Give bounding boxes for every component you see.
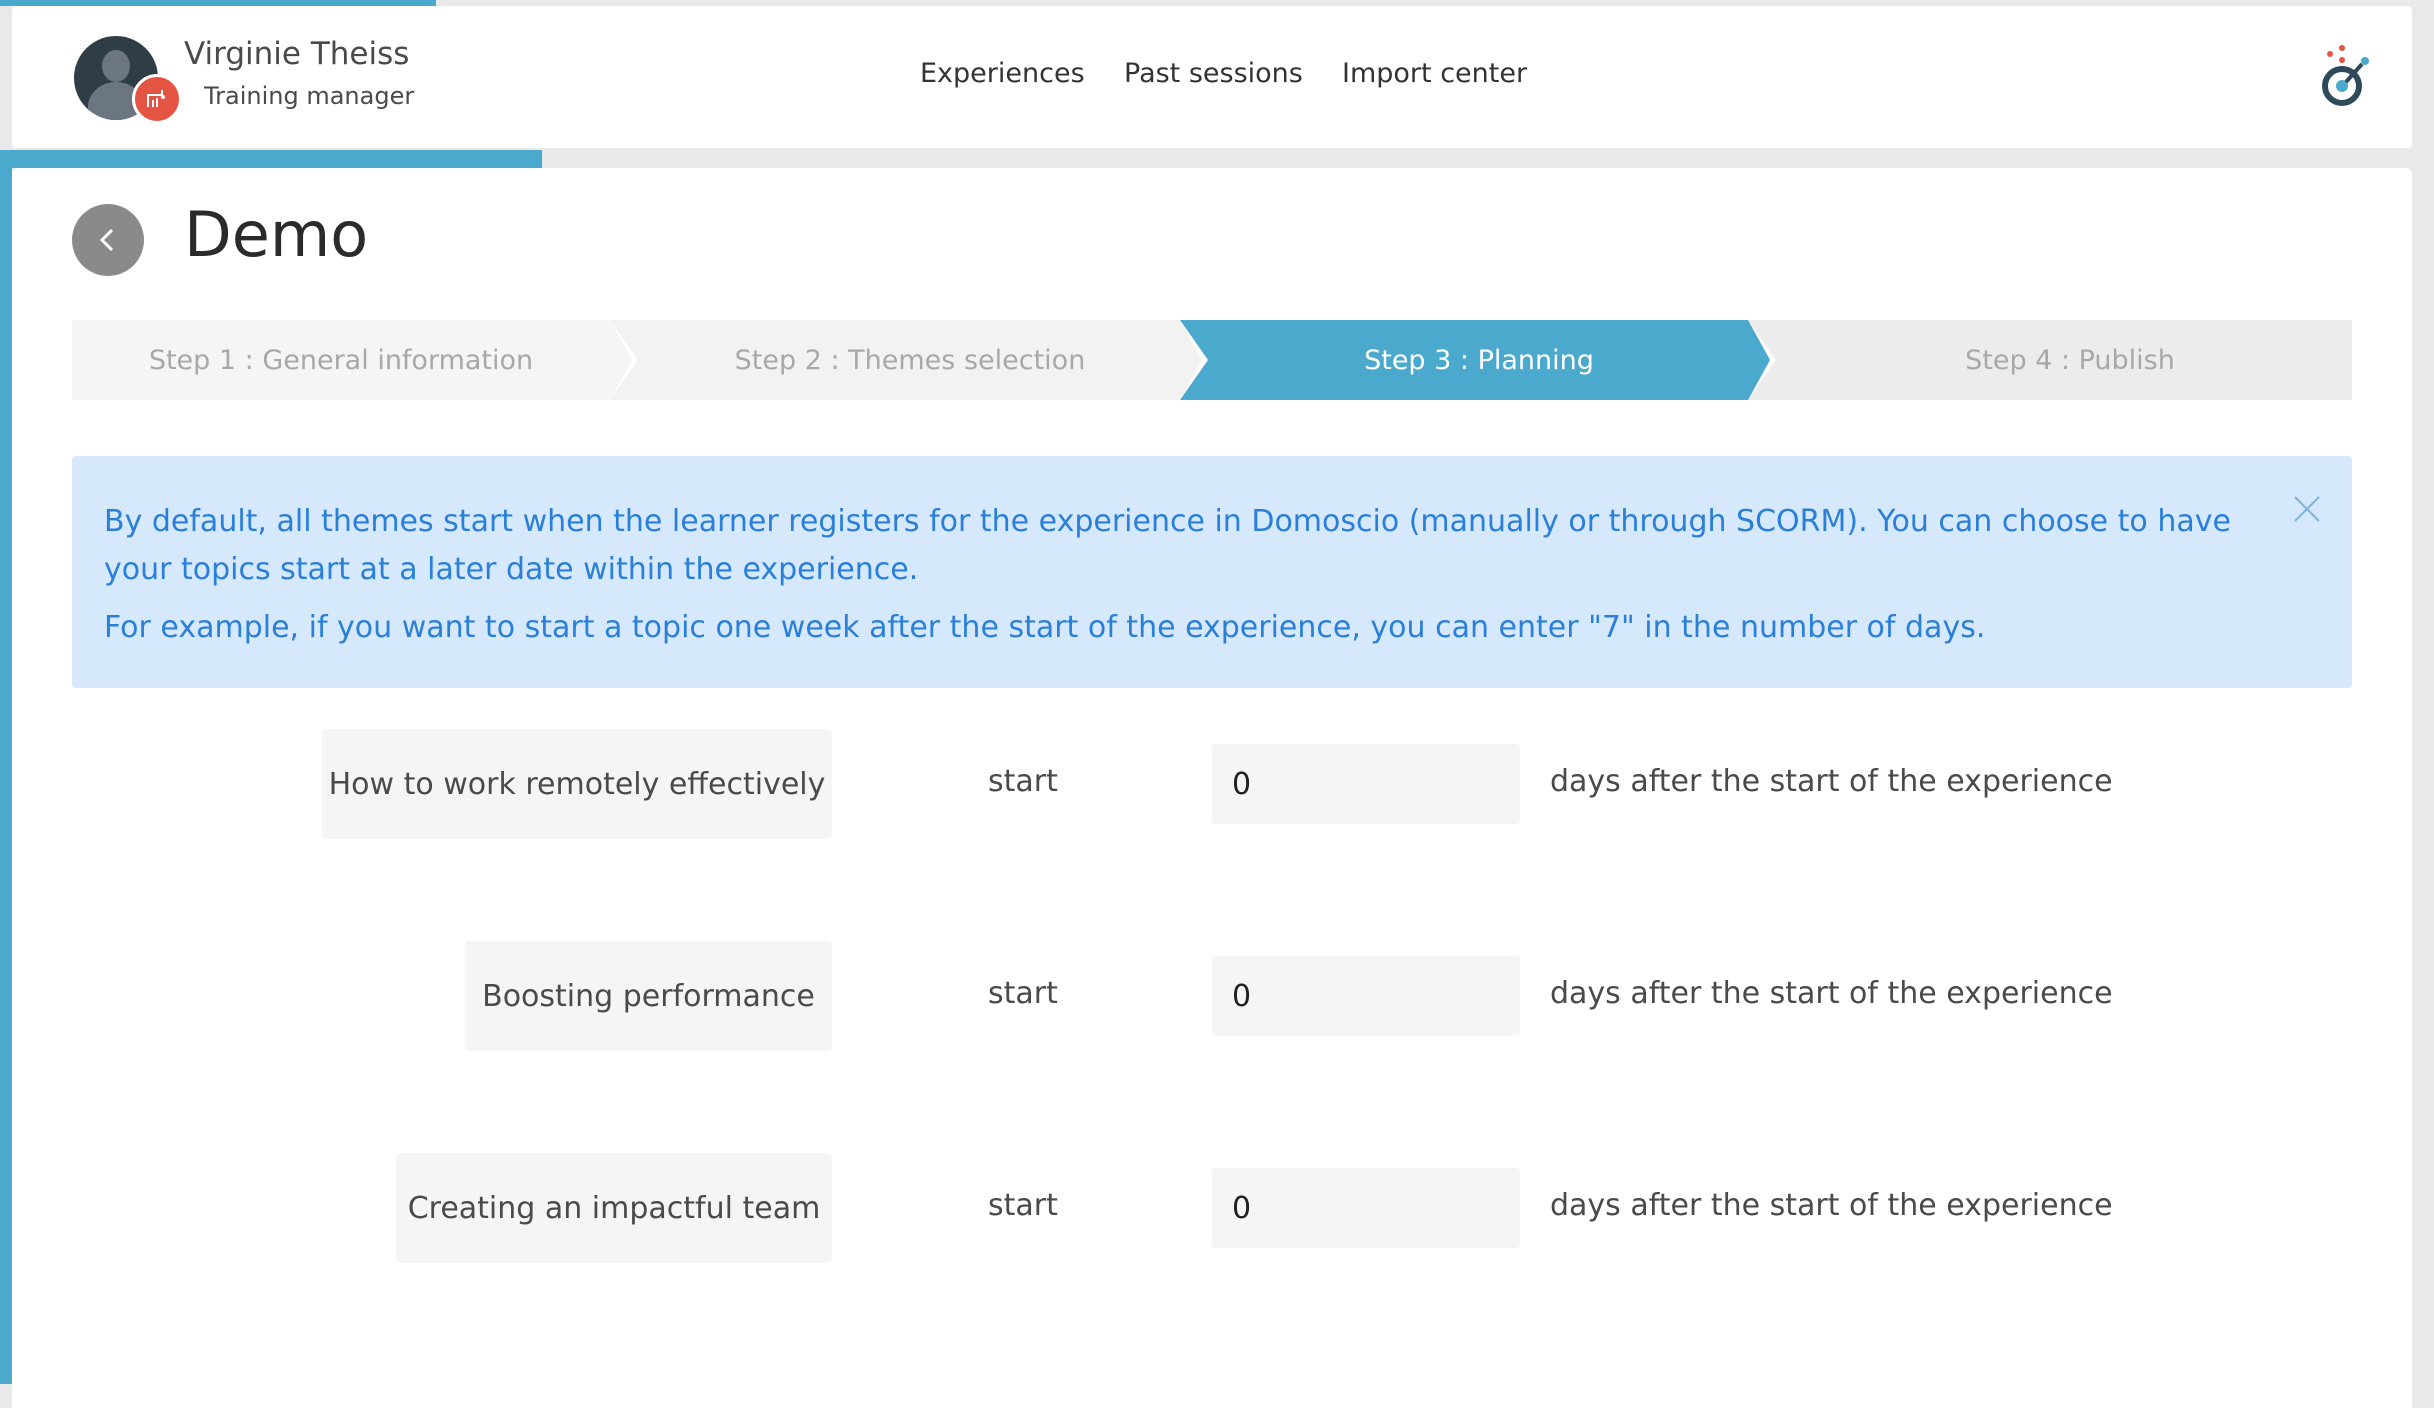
- days-suffix: days after the start of the experience: [1550, 764, 2113, 799]
- step-themes-selection[interactable]: Step 2 : Themes selection: [610, 320, 1208, 400]
- theme-label: Boosting performance: [465, 941, 832, 1051]
- info-paragraph: By default, all themes start when the le…: [104, 504, 2231, 587]
- top-header: Virginie Theiss Training manager Experie…: [12, 6, 2412, 148]
- start-label: start: [988, 1188, 1058, 1223]
- domoscio-logo-icon[interactable]: [2310, 44, 2380, 114]
- theme-label: Creating an impactful team: [396, 1153, 832, 1263]
- start-label: start: [988, 976, 1058, 1011]
- presentation-board-icon: [132, 74, 182, 124]
- days-suffix: days after the start of the experience: [1550, 976, 2113, 1011]
- info-paragraph: For example, if you want to start a topi…: [104, 610, 1986, 645]
- chevron-left-icon: [99, 228, 114, 252]
- nav-import-center[interactable]: Import center: [1342, 58, 1527, 89]
- nav-experiences[interactable]: Experiences: [920, 58, 1085, 89]
- step-publish[interactable]: Step 4 : Publish: [1748, 320, 2352, 400]
- step-label: Step 2 : Themes selection: [734, 344, 1086, 376]
- user-name: Virginie Theiss: [184, 36, 410, 72]
- step-general-information[interactable]: Step 1 : General information: [72, 320, 638, 400]
- page-title: Demo: [184, 198, 369, 271]
- start-label: start: [988, 764, 1058, 799]
- left-accent-strip: [0, 150, 12, 1384]
- close-icon[interactable]: [2292, 494, 2322, 524]
- days-input[interactable]: [1212, 956, 1520, 1036]
- main-card: Demo Step 1 : General information Step 2…: [12, 168, 2412, 1408]
- accent-band-tail: [528, 150, 542, 168]
- accent-band: [0, 150, 542, 168]
- step-planning[interactable]: Step 3 : Planning: [1180, 320, 1776, 400]
- days-input[interactable]: [1212, 1168, 1520, 1248]
- nav-past-sessions[interactable]: Past sessions: [1124, 58, 1303, 89]
- back-button[interactable]: [72, 204, 144, 276]
- days-input[interactable]: [1212, 744, 1520, 824]
- step-label: Step 3 : Planning: [1364, 344, 1594, 376]
- step-label: Step 4 : Publish: [1965, 344, 2175, 376]
- user-role: Training manager: [204, 82, 415, 110]
- info-alert: By default, all themes start when the le…: [72, 456, 2352, 688]
- days-suffix: days after the start of the experience: [1550, 1188, 2113, 1223]
- theme-label: How to work remotely effectively: [322, 729, 832, 839]
- stepper: Step 1 : General information Step 2 : Th…: [72, 320, 2352, 400]
- step-label: Step 1 : General information: [148, 344, 534, 376]
